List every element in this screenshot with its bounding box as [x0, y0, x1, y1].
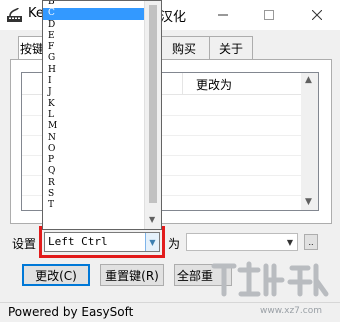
key-option[interactable]: Q — [43, 166, 147, 177]
tab-purchase[interactable]: 购买 — [158, 36, 210, 60]
dropdown-scrollbar[interactable]: ▼ — [144, 1, 161, 229]
key-option[interactable]: D — [43, 20, 147, 31]
key-option[interactable]: E — [43, 31, 147, 42]
watermark-logo-icon — [208, 258, 330, 300]
key-option[interactable]: F — [43, 42, 147, 53]
chevron-down-icon[interactable]: ▼ — [287, 238, 293, 247]
target-select[interactable]: ▼ — [186, 233, 298, 251]
scroll-up-icon[interactable]: ▲ — [305, 75, 312, 85]
key-option[interactable]: G — [43, 53, 147, 64]
watermark-site-text: www.xz7.com — [260, 306, 322, 316]
key-option[interactable]: S — [43, 189, 147, 200]
key-dropdown-list[interactable]: BCDEFGHIJKLMNOPQRST ▼ — [42, 0, 162, 230]
column-divider — [182, 73, 183, 95]
key-option[interactable]: P — [43, 155, 147, 166]
key-option[interactable]: T — [43, 200, 147, 211]
key-dropdown-items: BCDEFGHIJKLMNOPQRST — [43, 1, 147, 212]
minimize-button[interactable] — [200, 0, 246, 30]
maximize-icon — [264, 10, 274, 20]
status-text: Powered by EasySoft — [8, 305, 134, 319]
column-header-change-to[interactable]: 更改为 — [196, 76, 232, 93]
window-title-suffix: 汉化 — [160, 10, 187, 25]
scroll-down-icon[interactable]: ▼ — [305, 197, 312, 207]
app-window: Key 汉化 按键 购买 关于 更改为 ▲ ▼ 设置 Left Ctrl ▼ 为… — [0, 0, 340, 322]
key-option[interactable]: J — [43, 87, 147, 98]
key-option[interactable]: O — [43, 144, 147, 155]
keyboard-app-icon — [6, 7, 23, 23]
scroll-down-icon[interactable]: ▼ — [149, 215, 155, 224]
close-icon — [312, 10, 322, 20]
maximize-button[interactable] — [246, 0, 292, 30]
change-button[interactable]: 更改(C) — [22, 264, 90, 286]
browse-button[interactable]: .. — [304, 234, 318, 250]
key-option[interactable]: R — [43, 178, 147, 189]
key-option[interactable]: K — [43, 99, 147, 110]
minimize-icon — [218, 14, 228, 16]
close-button[interactable] — [294, 0, 340, 30]
key-option[interactable]: H — [43, 65, 147, 76]
key-option[interactable]: M — [43, 121, 147, 132]
tab-about[interactable]: 关于 — [209, 36, 253, 60]
key-option[interactable]: I — [43, 76, 147, 87]
key-option[interactable]: B — [43, 1, 147, 8]
reset-key-button[interactable]: 重置键(R) — [100, 264, 164, 286]
key-option[interactable]: N — [43, 133, 147, 144]
settings-label: 设置 — [12, 237, 37, 251]
key-option[interactable]: C — [43, 8, 147, 20]
target-label: 为 — [168, 237, 181, 251]
key-option[interactable]: L — [43, 110, 147, 121]
list-scrollbar[interactable]: ▲ ▼ — [301, 73, 318, 210]
highlight-box — [39, 226, 165, 258]
scrollbar-thumb[interactable] — [149, 5, 157, 203]
